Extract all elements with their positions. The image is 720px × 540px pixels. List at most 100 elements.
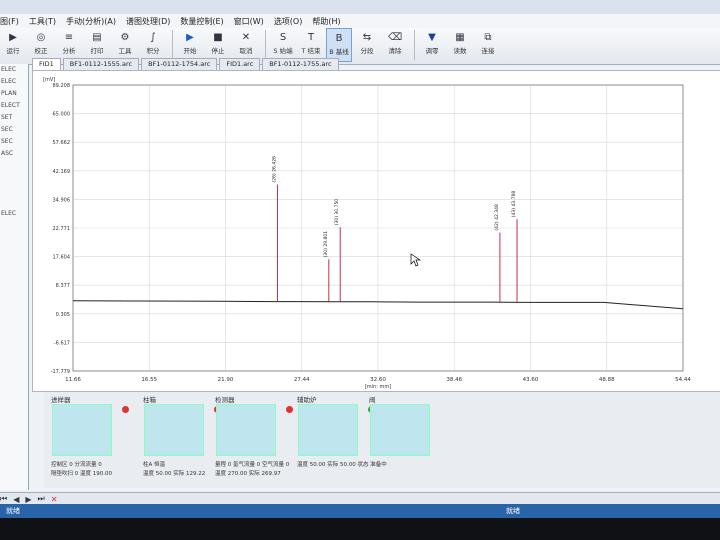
toolbar-button-11[interactable]: B B 基线 [326,28,352,62]
toolbar-button-15[interactable]: ▦ 读数 [447,28,473,62]
toolbar-label: 分析 [62,47,76,55]
left-item-11[interactable] [0,196,28,208]
device-icon[interactable] [144,404,204,456]
menu-item-2[interactable]: 手动(分析)(A) [66,16,116,27]
menu-item-7[interactable]: 帮助(H) [312,16,340,27]
status-center: 就绪 [506,507,520,515]
menu-item-1[interactable]: 工具(T) [29,16,56,27]
peak-label: (30) 30.750 [334,199,340,226]
toolbar-label: 分段 [360,47,374,55]
toolbar-button-12[interactable]: ⇆ 分段 [354,28,380,62]
panel-readout: 温度 50.00 实际 129.22 [143,471,206,477]
instrument-status-panel: 进样器 控制区 0 分流流量 0 隔垫吹扫 0 温度 190.00 柱箱 柱A 恒温 温度… [44,392,720,488]
toolbar-label: 积分 [146,47,160,55]
status-led-icon [286,406,293,413]
clear-icon: ⌫ [387,31,403,43]
analyze-icon: ≡ [64,31,74,43]
tab-2[interactable]: BF1-0112-1754.arc [141,58,218,70]
menu-item-3[interactable]: 谱图处理(D) [126,16,170,27]
peak-label: (42) 42.348 [494,204,500,231]
toolbar-button-3[interactable]: ▤ 打印 [84,28,110,62]
x-tick-label: 27.44 [294,377,310,383]
toolbar-button-16[interactable]: ⧉ 连接 [475,28,501,62]
device-icon[interactable] [298,404,358,456]
left-item-6[interactable]: SEC [0,136,28,148]
toolbar-button-0[interactable]: ▶ 运行 [0,28,26,62]
left-item-2[interactable]: PLAN [0,88,28,100]
x-tick-label: 11.66 [65,377,81,383]
toolbar-button-1[interactable]: ◎ 校正 [28,28,54,62]
instrument-panel-4: 阀 [366,392,456,488]
left-item-0[interactable]: ELEC [0,64,28,76]
left-item-4[interactable]: SET [0,112,28,124]
y-tick-label: 22.771 [53,226,71,232]
tab-1[interactable]: BF1-0112-1555.arc [62,58,140,70]
toolbar-button-10[interactable]: T T 结束 [298,28,324,62]
left-item-9[interactable] [0,172,28,184]
close-icon[interactable]: ✕ [51,495,58,504]
b-icon: B [335,32,343,44]
panel-readout: 柱A 恒温 [143,462,166,468]
toolbar-button-7[interactable]: ■ 停止 [205,28,231,62]
toolbar-label: B 基线 [329,48,349,56]
toolbar-label: S 始端 [273,47,293,55]
left-item-3[interactable]: ELECT [0,100,28,112]
next-icon[interactable]: ▶ [25,495,31,504]
toolbar-button-8[interactable]: ✕ 取消 [233,28,259,62]
toolbar-label: 清除 [388,47,402,55]
device-icon[interactable] [216,404,276,456]
status-led-icon [122,406,129,413]
toolbar-button-4[interactable]: ⚙ 工具 [112,28,138,62]
left-item-7[interactable]: ASC [0,148,28,160]
tab-0[interactable]: FID1 [32,58,61,70]
toolbar-button-6[interactable]: ▶ 开始 [177,28,203,62]
toolbar-label: 开始 [183,47,197,55]
y-tick-label: 0.305 [56,312,70,318]
toolbar-button-9[interactable]: S S 始端 [270,28,296,62]
peak-label: (30) 29.801 [323,231,329,258]
cancel-icon: ✕ [241,31,251,43]
toolbar-separator [265,30,266,60]
y-tick-label: 34.906 [53,197,71,203]
left-item-12[interactable]: ELEC [0,208,28,220]
toolbar-separator [172,30,173,60]
x-tick-label: 54.44 [675,377,691,383]
toolbar-button-2[interactable]: ≡ 分析 [56,28,82,62]
panel-title: 进样器 [51,396,71,404]
chromatogram-chart[interactable]: 11.66 16.55 21.90 27.44 32.60 38.46 43.60 48.88… [33,71,720,391]
left-item-8[interactable] [0,160,28,172]
toolbar-label: 打印 [90,47,104,55]
left-item-10[interactable] [0,184,28,196]
toolbar-button-13[interactable]: ⌫ 清除 [382,28,408,62]
connect-icon: ⧉ [484,31,492,43]
menu-item-0[interactable]: 图(F) [0,16,19,27]
left-sidebar: ELEC ELEC PLAN ELECT SET SEC SEC ASC ELEC [0,64,29,490]
device-icon[interactable] [52,404,112,456]
x-tick-label: 21.90 [218,377,234,383]
tab-3[interactable]: FID1.arc [219,58,261,70]
menu-item-4[interactable]: 数量控制(E) [180,16,223,27]
menu-item-6[interactable]: 选项(O) [274,16,303,27]
toolbar-button-14[interactable]: ▼ 调零 [419,28,445,62]
peak-label: (26) 26.426 [271,156,277,183]
peak-label: (43) 43.788 [511,191,517,218]
y-axis-label: [mV] [43,77,55,83]
x-tick-label: 43.60 [523,377,539,383]
stop-icon: ■ [213,31,223,43]
prev-icon[interactable]: ◀ [13,495,19,504]
play-icon: ▶ [186,31,194,43]
y-tick-label: 89.208 [53,83,71,89]
panel-title: 检测器 [215,396,235,404]
first-icon[interactable]: ⏮ [0,494,7,504]
last-icon[interactable]: ⏭ [38,494,45,504]
device-icon[interactable] [370,404,430,456]
left-item-5[interactable]: SEC [0,124,28,136]
x-tick-label: 16.55 [141,377,157,383]
calibrate-icon: ◎ [36,31,46,43]
left-item-1[interactable]: ELEC [0,76,28,88]
toolbar-label: 停止 [211,47,225,55]
menu-item-5[interactable]: 窗口(W) [234,16,264,27]
tab-4[interactable]: BF1-0112-1755.arc [262,58,339,70]
y-tick-label: -17.779 [51,369,70,375]
toolbar-button-5[interactable]: ∫ 积分 [140,28,166,62]
